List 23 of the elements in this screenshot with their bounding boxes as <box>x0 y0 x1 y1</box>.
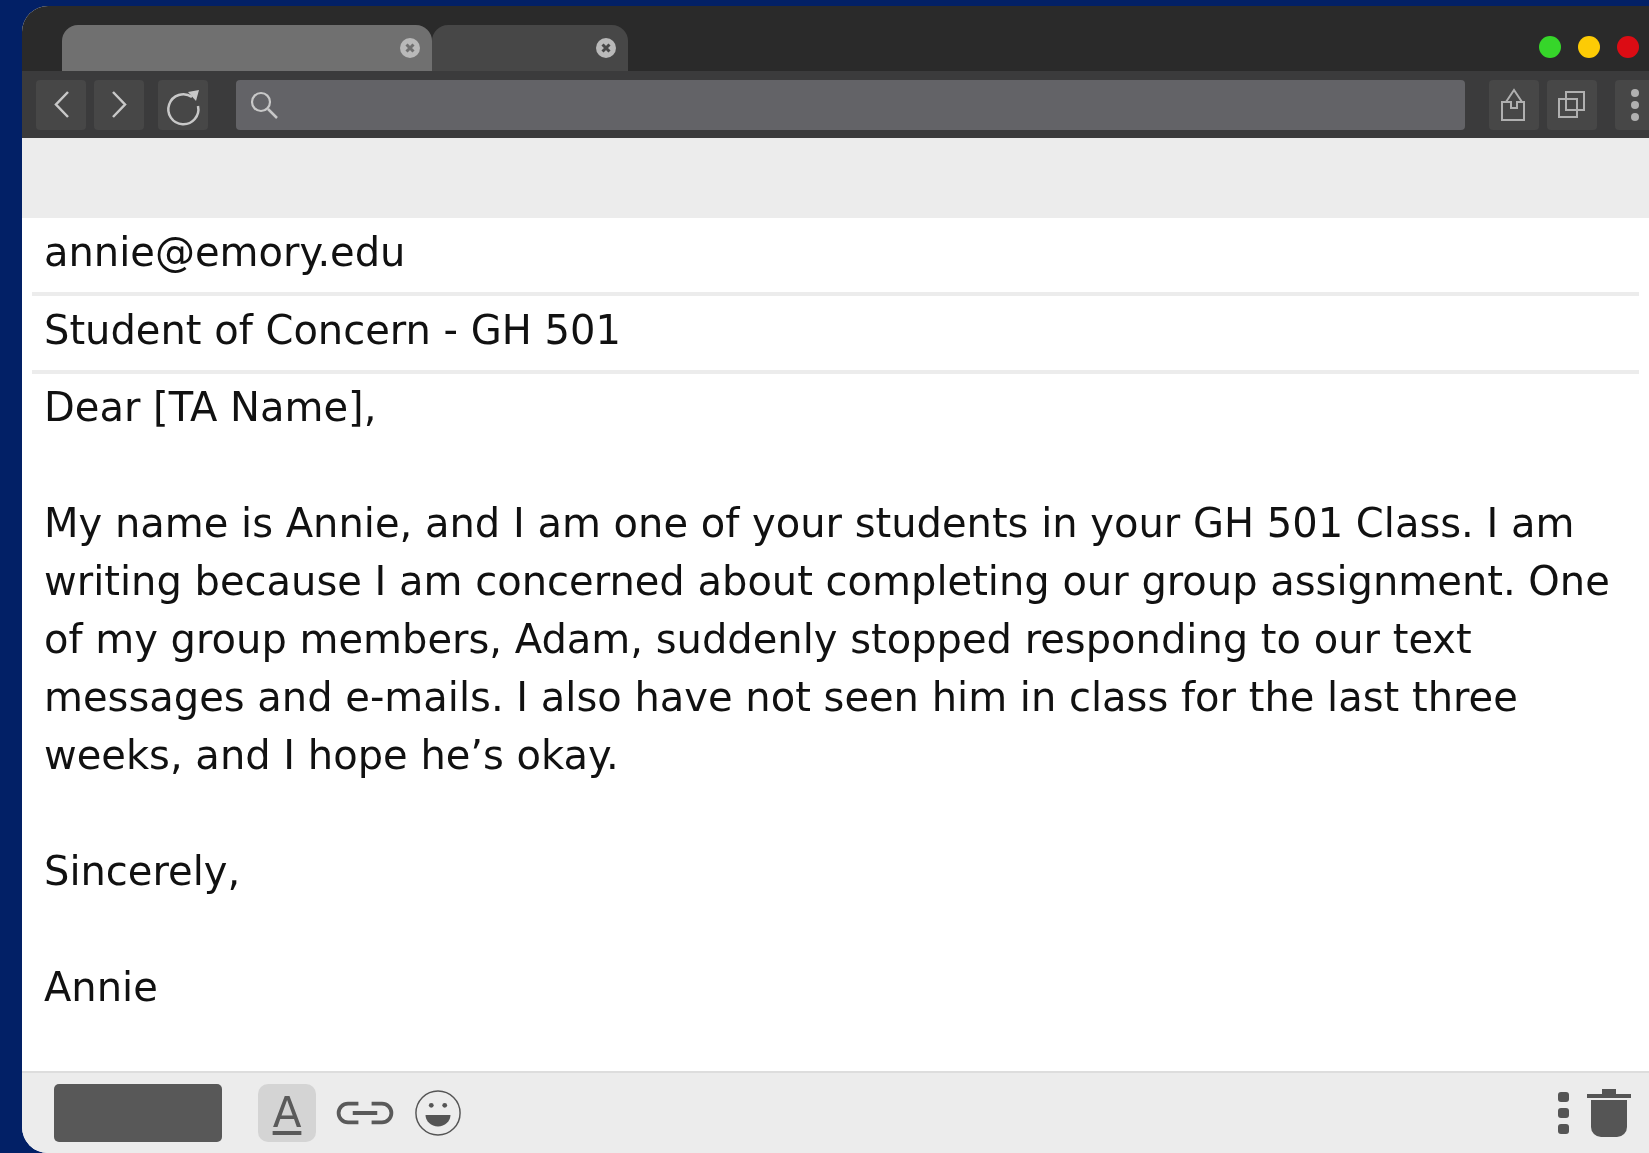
more-icon[interactable] <box>1557 1091 1571 1135</box>
trash-icon[interactable] <box>1587 1089 1631 1137</box>
reload-button[interactable] <box>158 79 208 130</box>
windows-button[interactable] <box>1547 79 1597 130</box>
close-icon[interactable] <box>596 38 616 58</box>
window-control[interactable] <box>1578 35 1600 58</box>
chevron-left-icon <box>53 91 69 118</box>
emoji-icon[interactable] <box>414 1089 462 1137</box>
format-button[interactable]: A <box>258 1084 316 1142</box>
forward-button[interactable] <box>94 79 144 130</box>
chevron-right-icon <box>111 91 127 118</box>
close-icon[interactable] <box>400 38 420 58</box>
browser-tab[interactable] <box>432 25 628 71</box>
to-field[interactable]: annie@emory.edu <box>32 218 1639 296</box>
menu-button[interactable] <box>1615 79 1649 130</box>
body-paragraph: Dear [TA Name], <box>44 383 378 432</box>
body-paragraph: Sincerely, <box>44 847 242 896</box>
share-button[interactable] <box>1489 79 1539 130</box>
body-paragraph: My name is Annie, and I am one of your students in your GH 501 Class. I am writing because I am concerned about completing our group assignment. One of my group members, Adam, suddenly stopped responding to our text messages and e-mails. I also have not seen him in class for the last three weeks, and I hope he’s okay. <box>44 499 1611 780</box>
window-control[interactable] <box>1539 35 1561 58</box>
subject-field[interactable]: Student of Concern - GH 501 <box>32 296 1639 374</box>
back-button[interactable] <box>36 79 86 130</box>
body-paragraph: Annie <box>44 963 159 1012</box>
